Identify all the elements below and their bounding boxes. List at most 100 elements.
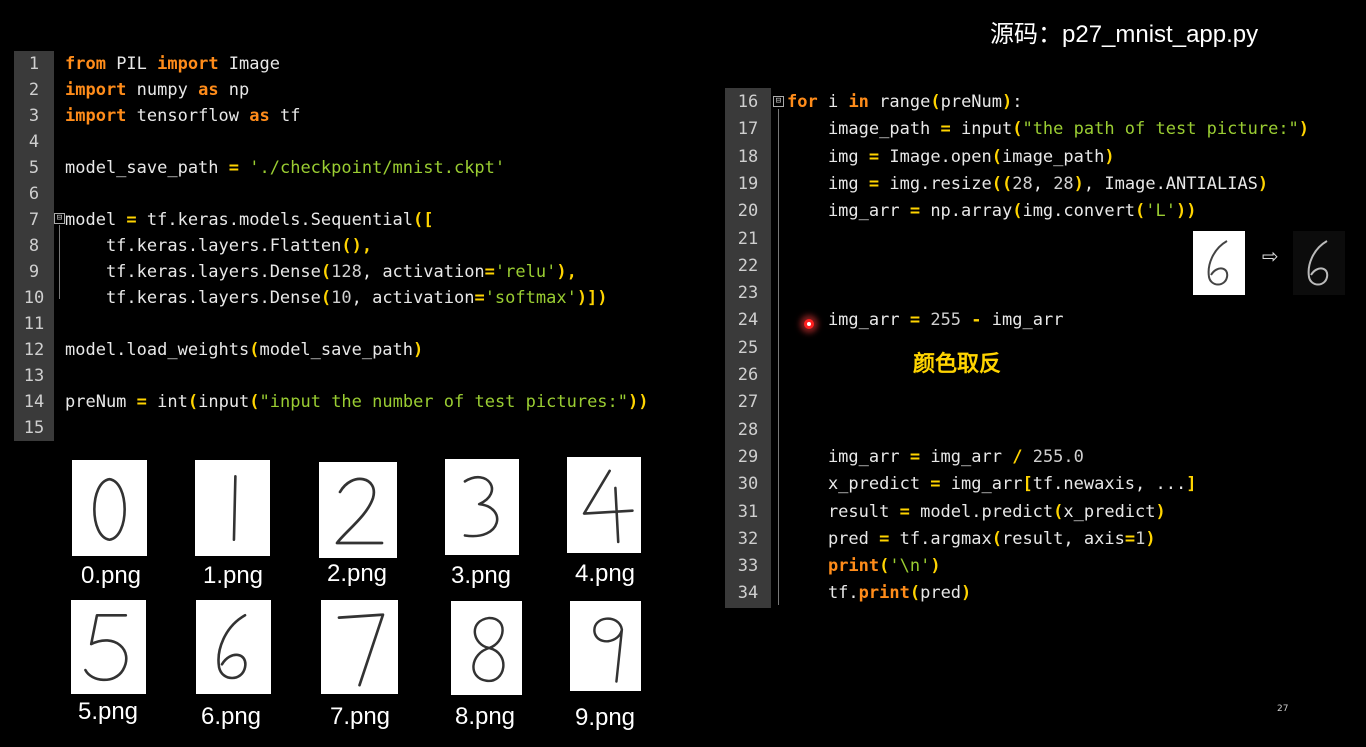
code-line[interactable]: 34 tf.print(pred) <box>725 580 1366 606</box>
code-token: ( <box>879 556 890 577</box>
line-number: 9 <box>28 262 40 282</box>
code-line[interactable]: 19 img = img.resize((28, 28), Image.ANTI… <box>725 171 1366 197</box>
code-token: ) <box>413 340 424 360</box>
original-digit-image <box>1193 231 1245 295</box>
code-line[interactable]: 31 result = model.predict(x_predict) <box>725 499 1366 525</box>
code-token: image_path <box>787 119 941 140</box>
code-token: = <box>868 173 880 194</box>
breakpoint-icon[interactable] <box>804 319 814 329</box>
code-line[interactable]: 20 img_arr = np.array(img.convert('L')) <box>725 198 1366 224</box>
code-token: : <box>1012 92 1023 112</box>
code-line[interactable]: 4 <box>14 129 694 155</box>
code-line[interactable]: 6 <box>14 181 694 207</box>
line-number: 11 <box>23 314 45 334</box>
page-number: 27 <box>1277 704 1289 714</box>
code-text: tf.keras.layers.Flatten(), <box>65 233 372 259</box>
code-line[interactable]: 29 img_arr = img_arr / 255.0 <box>725 444 1366 470</box>
code-line[interactable]: 13 <box>14 363 694 389</box>
line-number: 25 <box>737 337 759 358</box>
line-number: 27 <box>737 392 759 413</box>
code-line[interactable]: 24 img_arr = 255 - img_arr <box>725 307 1366 333</box>
code-token: , activation <box>351 288 475 308</box>
code-token: = <box>930 474 941 495</box>
code-line[interactable]: 32 pred = tf.argmax(result, axis=1) <box>725 526 1366 552</box>
digit-1-icon <box>232 474 237 542</box>
code-token: img.resize <box>879 173 992 194</box>
line-number: 34 <box>737 583 759 604</box>
code-token: x_predict <box>787 474 931 495</box>
code-token: 255.0 <box>1032 446 1084 467</box>
code-token: ( <box>187 392 199 412</box>
digit-filename-label: 9.png <box>574 704 636 731</box>
code-token: / <box>1012 446 1023 467</box>
code-line[interactable]: 12 model.load_weights(model_save_path) <box>14 337 694 363</box>
code-token: img_arr <box>920 446 1013 467</box>
code-line[interactable]: 16 for i in range(preNum): <box>725 89 1366 115</box>
digit-7-icon <box>337 613 385 687</box>
code-editor-right[interactable]: ⊟ 16 for i in range(preNum): 17 image_path… <box>725 88 1366 608</box>
code-line[interactable]: 14 preNum = int(input("input the number o… <box>14 389 694 415</box>
code-text: tf.keras.layers.Dense(10, activation='so… <box>65 285 608 311</box>
code-token: = <box>474 288 485 308</box>
code-line[interactable]: 27 <box>725 389 1366 415</box>
digit-image-3 <box>445 459 519 555</box>
code-token: = <box>126 210 137 230</box>
code-token: 'L' <box>1145 201 1177 222</box>
code-token: 28 <box>1053 173 1074 194</box>
code-token: Image <box>218 54 280 74</box>
code-token: img_arr <box>787 201 910 222</box>
digit-filename-label: 0.png <box>80 562 142 589</box>
code-line[interactable]: 15 <box>14 415 694 441</box>
code-line[interactable]: 25 <box>725 335 1366 361</box>
code-line[interactable]: 26 <box>725 362 1366 388</box>
code-token: img.convert <box>1022 201 1136 222</box>
code-text: preNum = int(input("input the number of … <box>65 389 649 415</box>
code-text: img = Image.open(image_path) <box>787 144 1115 170</box>
code-line[interactable]: 9 tf.keras.layers.Dense(128, activation=… <box>14 259 694 285</box>
code-token: pred <box>920 583 962 604</box>
digit-filename-label: 4.png <box>574 560 636 587</box>
code-token: from <box>65 54 106 74</box>
code-token: result, axis <box>1001 528 1125 549</box>
code-token: = <box>1124 528 1136 549</box>
code-line[interactable]: 18 img = Image.open(image_path) <box>725 144 1366 170</box>
code-token: , <box>1032 173 1054 194</box>
code-text: img_arr = np.array(img.convert('L')) <box>787 198 1197 224</box>
code-line[interactable]: 1 from PIL import Image <box>14 51 694 77</box>
code-token: tf <box>269 106 301 126</box>
line-number: 12 <box>23 340 45 360</box>
line-number: 2 <box>28 80 40 100</box>
code-token: img_arr <box>940 474 1023 495</box>
code-token: ) <box>1145 528 1156 549</box>
code-token: np.array <box>920 201 1013 222</box>
code-line[interactable]: 10 tf.keras.layers.Dense(10, activation=… <box>14 285 694 311</box>
code-line[interactable]: 33 print('\n') <box>725 553 1366 579</box>
code-text: img = img.resize((28, 28), Image.ANTIALI… <box>787 171 1268 197</box>
code-line[interactable]: 3 import tensorflow as tf <box>14 103 694 129</box>
code-token: ( <box>1012 201 1023 222</box>
code-line[interactable]: 7 model = tf.keras.models.Sequential([ <box>14 207 694 233</box>
digit-8-icon <box>472 616 505 683</box>
code-token: model_save_path <box>259 340 414 360</box>
code-editor-left[interactable]: ⊟ 1 from PIL import Image 2 import numpy as… <box>14 51 694 441</box>
digit-filename-label: 1.png <box>202 562 264 589</box>
code-line[interactable]: 8 tf.keras.layers.Flatten(), <box>14 233 694 259</box>
code-line[interactable]: 28 <box>725 417 1366 443</box>
code-text: img_arr = img_arr / 255.0 <box>787 444 1084 470</box>
code-token: )) <box>628 392 649 412</box>
code-line[interactable]: 23 <box>725 280 1366 306</box>
code-line[interactable]: 17 image_path = input("the path of test … <box>725 116 1366 142</box>
code-line[interactable]: 2 import numpy as np <box>14 77 694 103</box>
digit-image-4 <box>567 457 641 553</box>
code-line[interactable]: 30 x_predict = img_arr[tf.newaxis, ...] <box>725 471 1366 497</box>
digit-4-icon <box>582 469 634 544</box>
code-token: import <box>65 106 127 126</box>
code-line[interactable]: 11 <box>14 311 694 337</box>
code-token: tf.keras.models.Sequential <box>136 210 414 230</box>
code-line[interactable]: 5 model_save_path = './checkpoint/mnist.c… <box>14 155 694 181</box>
code-token: for <box>787 92 818 112</box>
code-token: img <box>787 146 869 167</box>
code-token: 10 <box>331 288 352 308</box>
